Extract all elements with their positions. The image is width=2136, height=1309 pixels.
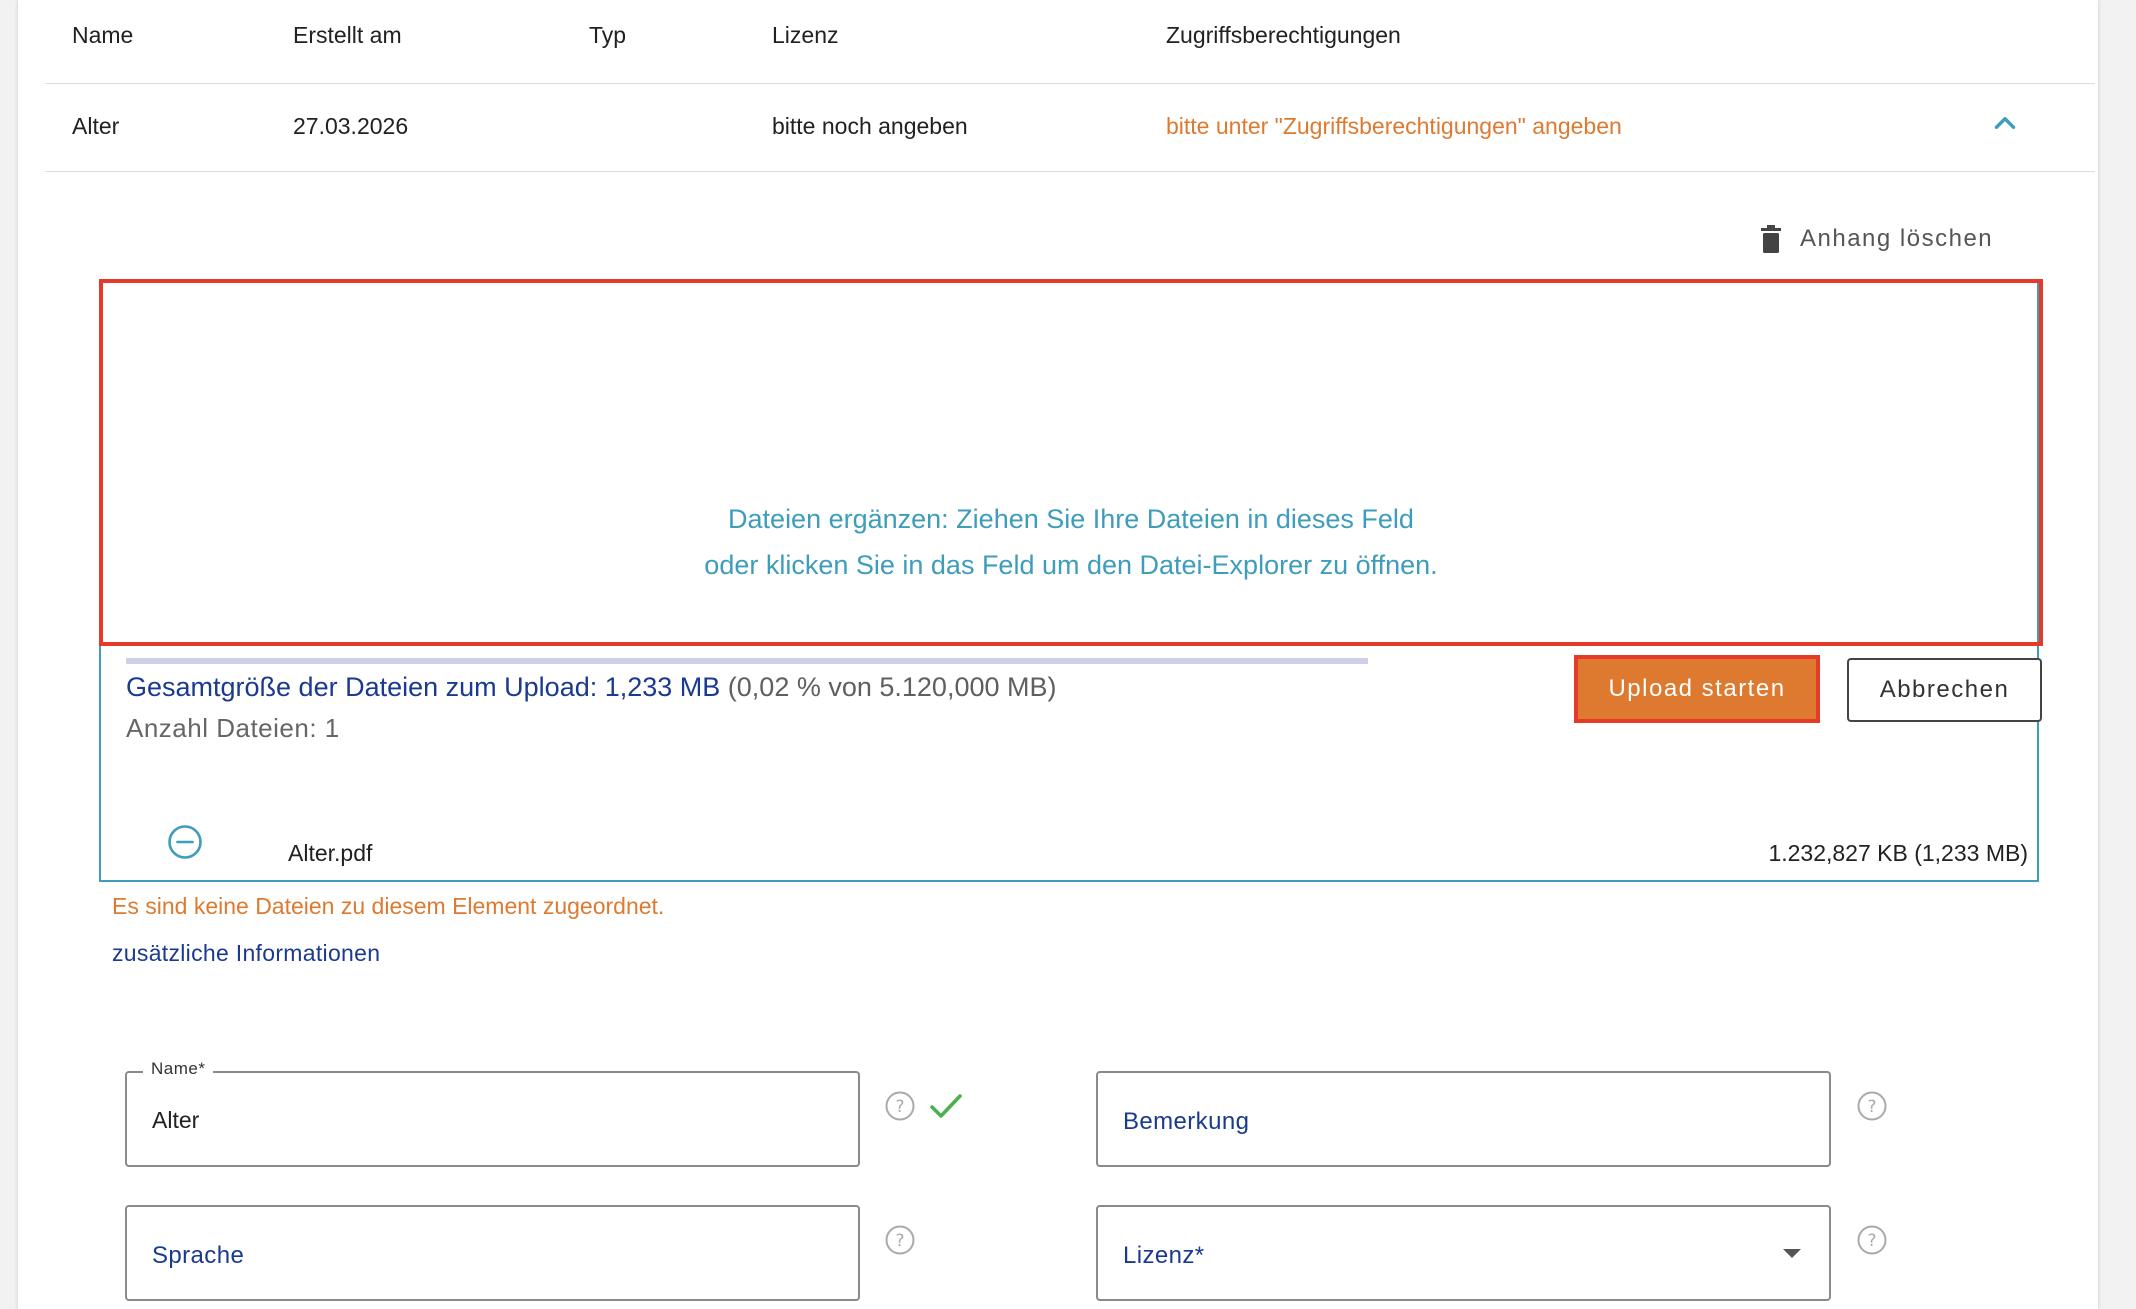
- start-upload-button[interactable]: Upload starten: [1574, 655, 1820, 723]
- no-files-message: Es sind keine Dateien zu diesem Element …: [112, 893, 665, 919]
- column-header-created[interactable]: Erstellt am: [293, 22, 402, 49]
- upload-progress-bar: [126, 658, 1368, 664]
- language-field[interactable]: Sprache: [125, 1205, 860, 1301]
- row-divider: [45, 171, 2095, 172]
- svg-text:?: ?: [895, 1231, 904, 1251]
- name-help-icon[interactable]: ?: [885, 1091, 915, 1121]
- language-help-icon[interactable]: ?: [885, 1225, 915, 1255]
- cancel-upload-button[interactable]: Abbrechen: [1847, 658, 2042, 722]
- row-license: bitte noch angeben: [772, 113, 968, 139]
- chevron-down-icon: [1783, 1249, 1801, 1258]
- row-permissions: bitte unter "Zugriffsberechtigungen" ang…: [1166, 113, 1622, 139]
- svg-text:?: ?: [1867, 1231, 1876, 1251]
- language-field-placeholder: Sprache: [152, 1242, 245, 1269]
- name-field-value: Alter: [152, 1107, 200, 1133]
- trash-icon: [1761, 225, 1781, 253]
- upload-file-count: Anzahl Dateien: 1: [126, 713, 340, 743]
- license-select[interactable]: Lizenz*: [1096, 1205, 1831, 1301]
- delete-attachment-label: Anhang löschen: [1800, 225, 1994, 252]
- license-help-icon[interactable]: ?: [1857, 1225, 1887, 1255]
- remove-file-icon[interactable]: [167, 824, 203, 860]
- name-field-label: Name*: [143, 1059, 214, 1079]
- svg-text:?: ?: [895, 1097, 904, 1117]
- remark-field[interactable]: Bemerkung: [1096, 1071, 1831, 1167]
- delete-attachment-button[interactable]: Anhang löschen: [1760, 222, 1993, 256]
- header-divider: [45, 83, 2095, 84]
- chevron-up-icon[interactable]: [1988, 106, 2022, 140]
- valid-check-icon: [930, 1094, 962, 1118]
- column-header-name[interactable]: Name: [72, 22, 133, 49]
- attachment-panel: Name Erstellt am Typ Lizenz Zugriffsbere…: [18, 0, 2098, 1309]
- svg-text:?: ?: [1867, 1097, 1876, 1117]
- file-size: 1.232,827 KB (1,233 MB): [1768, 840, 2028, 866]
- additional-info-link[interactable]: zusätzliche Informationen: [112, 940, 380, 967]
- license-select-placeholder: Lizenz*: [1123, 1242, 1205, 1269]
- dropzone-text-line1: Dateien ergänzen: Ziehen Sie Ihre Dateie…: [728, 504, 1414, 534]
- column-header-permissions[interactable]: Zugriffsberechtigungen: [1166, 22, 1401, 49]
- column-header-type[interactable]: Typ: [589, 22, 626, 49]
- remark-field-placeholder: Bemerkung: [1123, 1108, 1250, 1135]
- dropzone-text-line2: oder klicken Sie in das Feld um den Date…: [704, 550, 1438, 580]
- row-created: 27.03.2026: [293, 113, 409, 139]
- column-header-license[interactable]: Lizenz: [772, 22, 838, 49]
- name-field[interactable]: Name* Alter: [125, 1059, 860, 1167]
- file-dropzone[interactable]: Dateien ergänzen: Ziehen Sie Ihre Dateie…: [99, 279, 2043, 646]
- upload-total-size: Gesamtgröße der Dateien zum Upload: 1,23…: [126, 672, 1057, 703]
- remark-help-icon[interactable]: ?: [1857, 1091, 1887, 1121]
- upload-total-label: Gesamtgröße der Dateien zum Upload: 1,23…: [126, 672, 721, 702]
- upload-quota-label: (0,02 % von 5.120,000 MB): [720, 672, 1057, 702]
- row-name: Alter: [72, 113, 120, 139]
- file-name: Alter.pdf: [288, 840, 373, 866]
